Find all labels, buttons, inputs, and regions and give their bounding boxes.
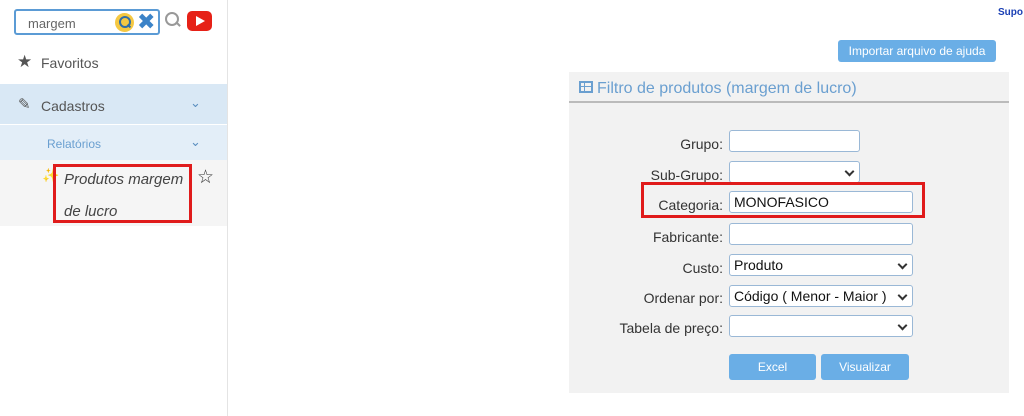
chevron-down-icon: ⌄ xyxy=(190,134,201,149)
search-go-icon[interactable] xyxy=(115,13,134,32)
grid-table-icon xyxy=(579,81,593,93)
categoria-label: Categoria: xyxy=(658,197,723,213)
sidebar-item-relatorios[interactable]: Relatórios ⌄ xyxy=(0,125,227,160)
custo-select[interactable]: Produto xyxy=(729,254,913,276)
ordenar-label: Ordenar por: xyxy=(643,290,723,306)
search-input[interactable] xyxy=(28,14,108,32)
grupo-label: Grupo: xyxy=(680,136,723,152)
youtube-icon[interactable] xyxy=(187,11,212,31)
sidebar-item-label: Cadastros xyxy=(41,98,105,114)
sidebar: ✖ ★ Favoritos ✎ Cadastros ⌄ Relatórios ⌄… xyxy=(0,0,228,416)
sidebar-item-label: Favoritos xyxy=(41,55,99,71)
excel-button[interactable]: Excel xyxy=(729,354,816,380)
sidebar-item-cadastros[interactable]: ✎ Cadastros ⌄ xyxy=(0,84,227,124)
chevron-down-icon: ⌄ xyxy=(190,95,201,110)
fabricante-field[interactable] xyxy=(729,223,913,245)
sidebar-item-produtos-margem[interactable]: ✨ Produtos margem de lucro ☆ xyxy=(0,160,227,226)
subgrupo-select[interactable] xyxy=(729,161,860,183)
panel-title: Filtro de produtos (margem de lucro) xyxy=(597,80,857,97)
import-help-button[interactable]: Importar arquivo de ajuda xyxy=(838,40,996,62)
sidebar-item-favoritos[interactable]: ★ Favoritos xyxy=(0,46,227,80)
support-link[interactable]: Supo xyxy=(998,7,1023,18)
categoria-field[interactable]: MONOFASICO xyxy=(729,191,913,213)
filter-panel: Filtro de produtos (margem de lucro) Gru… xyxy=(569,72,1009,393)
panel-header: Filtro de produtos (margem de lucro) xyxy=(569,72,1009,103)
fabricante-label: Fabricante: xyxy=(652,229,723,245)
star-icon: ★ xyxy=(17,52,33,71)
highlight-box xyxy=(53,164,192,223)
clear-icon[interactable]: ✖ xyxy=(137,11,155,33)
visualizar-button[interactable]: Visualizar xyxy=(821,354,909,380)
sidebar-item-label: Relatórios xyxy=(47,137,102,151)
star-outline-icon[interactable]: ☆ xyxy=(197,166,214,189)
custo-label: Custo: xyxy=(682,260,723,276)
subgrupo-label: Sub-Grupo: xyxy=(650,167,723,183)
ordenar-select[interactable]: Código ( Menor - Maior ) xyxy=(729,285,913,307)
magnifier-icon[interactable] xyxy=(165,12,181,28)
tabela-select[interactable] xyxy=(729,315,913,337)
edit-icon: ✎ xyxy=(18,96,31,113)
tabela-label: Tabela de preço: xyxy=(619,320,723,336)
grupo-field[interactable] xyxy=(729,130,860,152)
sidebar-search: ✖ xyxy=(14,9,160,35)
